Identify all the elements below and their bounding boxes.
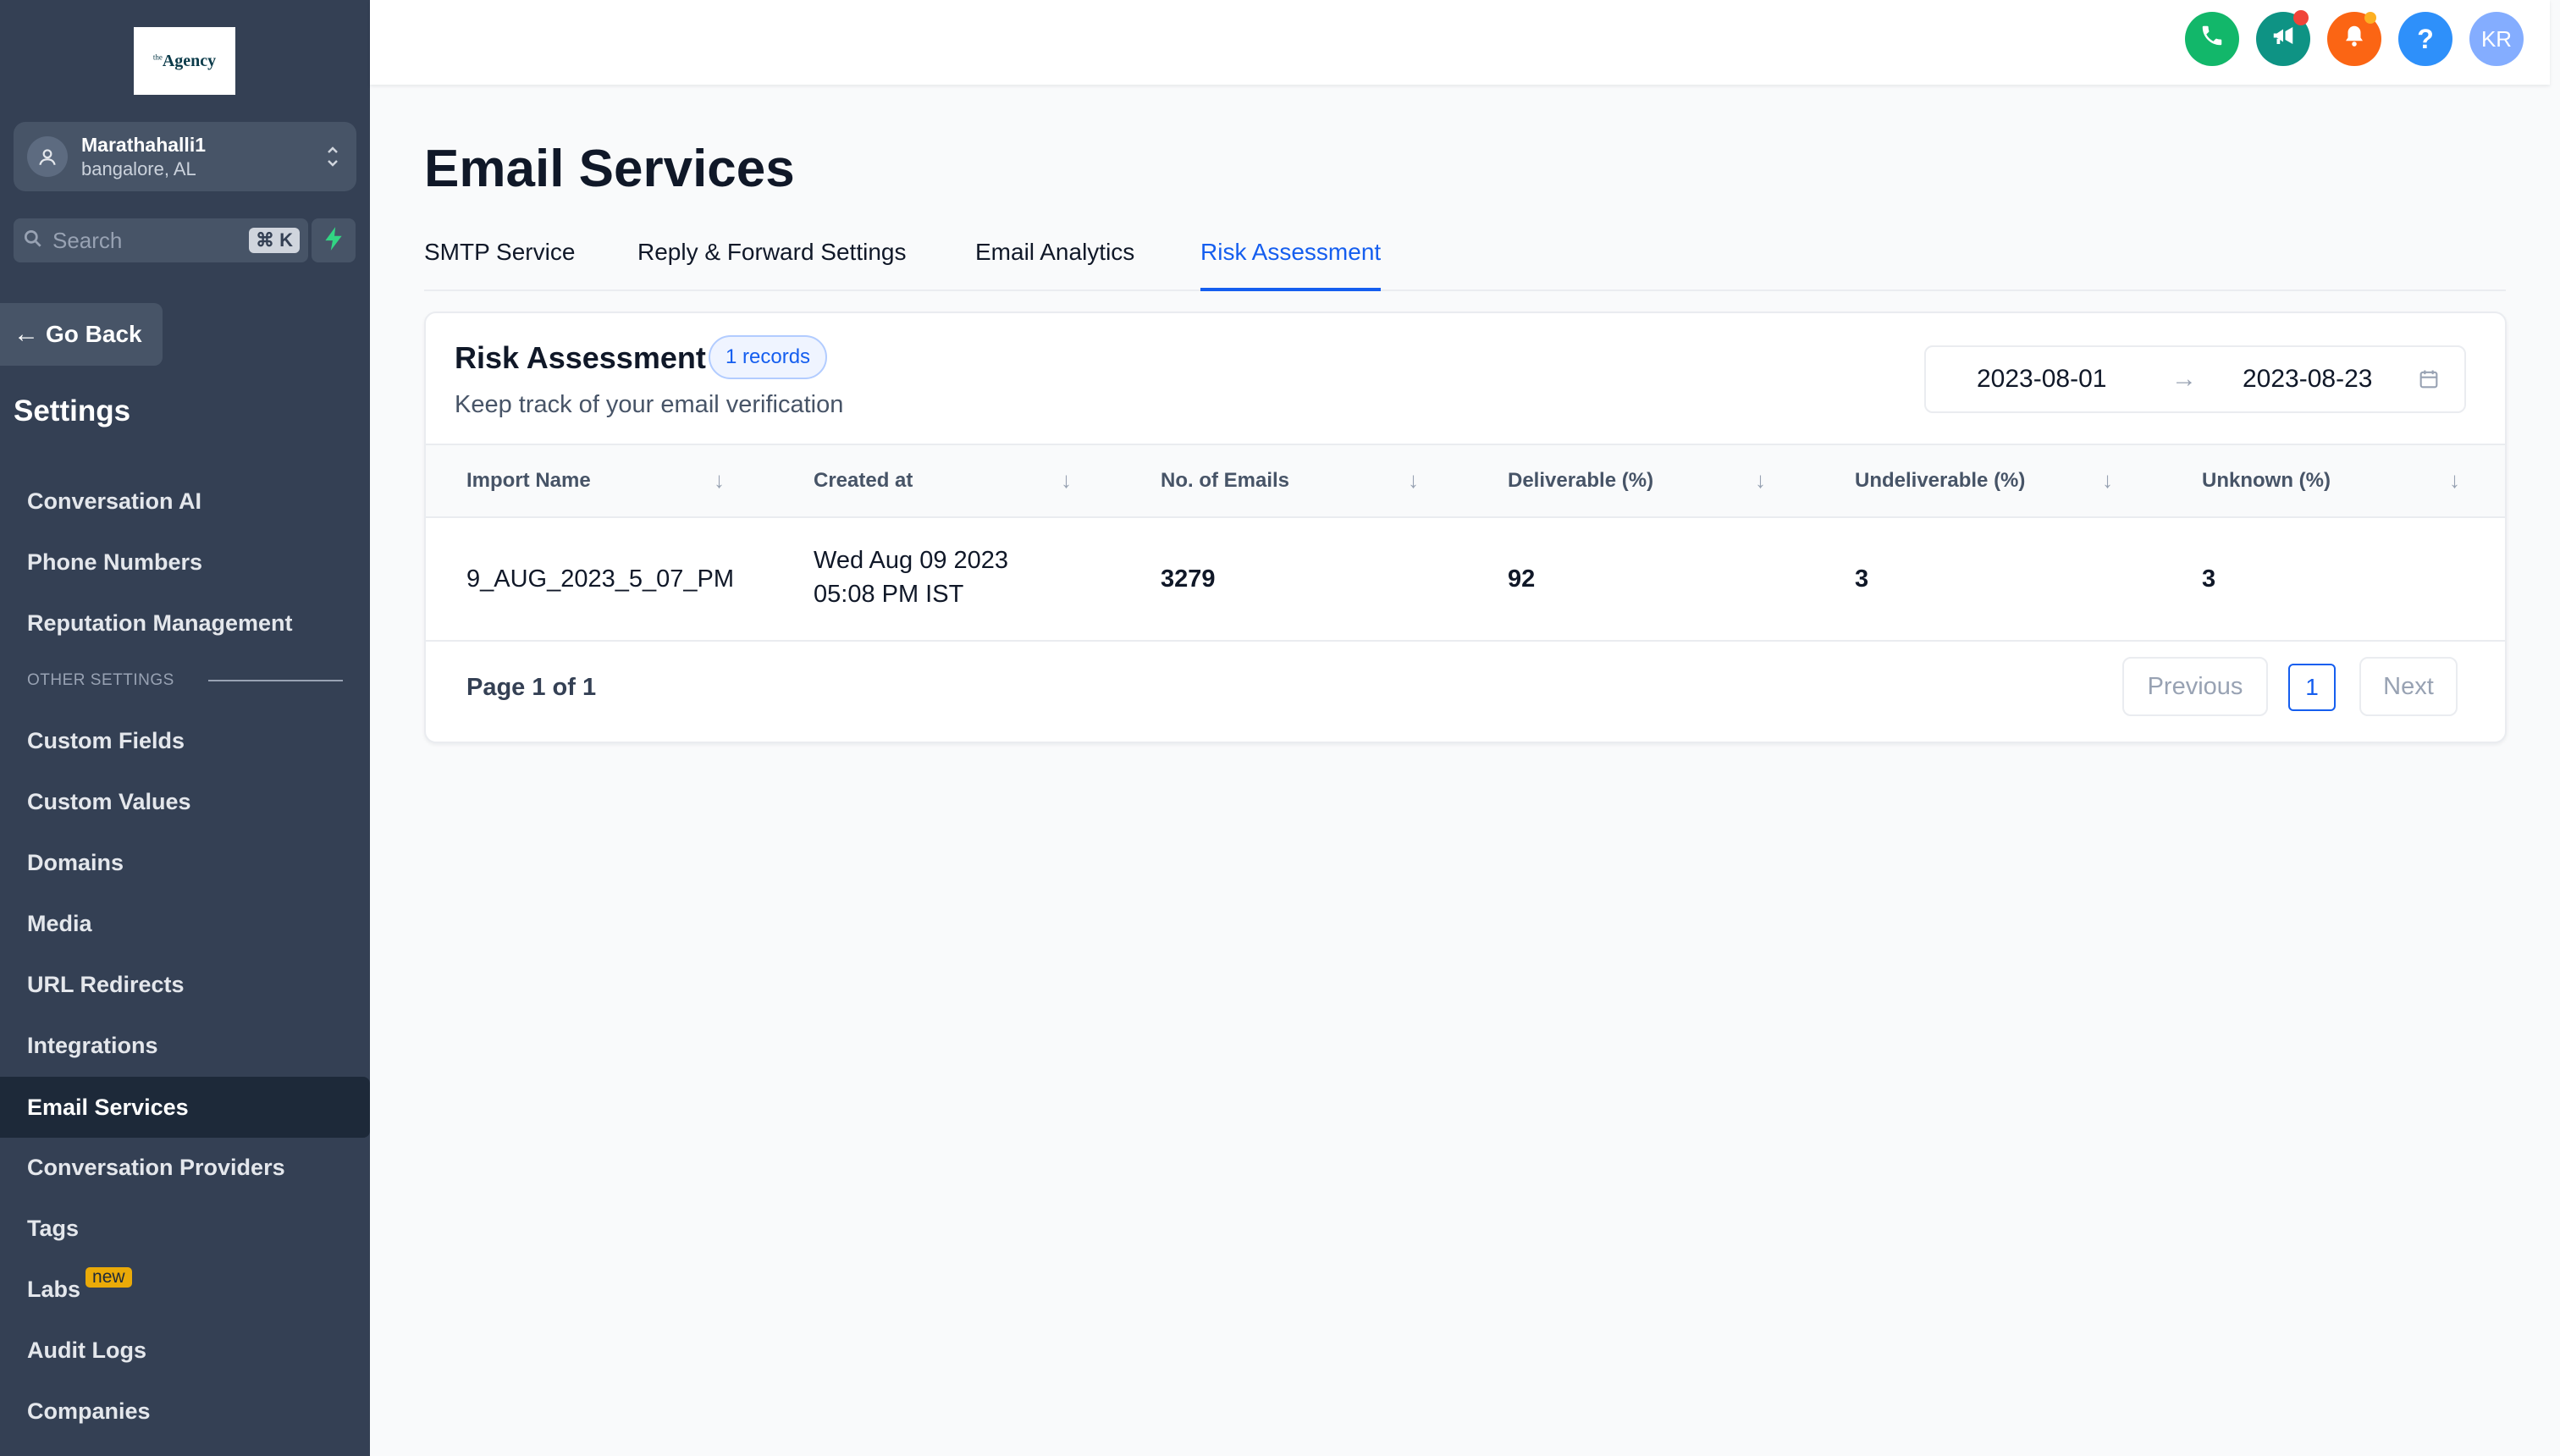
megaphone-icon — [2270, 23, 2297, 55]
pagination-info: Page 1 of 1 — [466, 674, 597, 701]
sort-arrow-icon[interactable]: ↓ — [714, 467, 725, 494]
chevron-up-down-icon — [323, 140, 343, 174]
notification-dot — [2364, 12, 2376, 24]
sidebar-item-conversation-ai[interactable]: Conversation AI — [0, 471, 370, 532]
go-back-button[interactable]: ← Go Back — [0, 303, 163, 366]
labs-label: Labs — [27, 1276, 81, 1302]
sidebar-item-companies[interactable]: Companies — [0, 1381, 370, 1442]
agency-logo[interactable]: theAgency — [134, 27, 235, 95]
risk-assessment-card: Risk Assessment 1 records Keep track of … — [424, 312, 2507, 743]
phone-button[interactable] — [2185, 12, 2239, 66]
page-title: Email Services — [424, 140, 795, 198]
page-number-button[interactable]: 1 — [2288, 664, 2336, 711]
help-button[interactable]: ? — [2398, 12, 2452, 66]
sidebar: theAgency Marathahalli1 bangalore, AL Se… — [0, 0, 370, 1456]
sidebar-item-url-redirects[interactable]: URL Redirects — [0, 954, 370, 1015]
table-row[interactable]: 9_AUG_2023_5_07_PM Wed Aug 09 2023 05:08… — [426, 518, 2505, 642]
sidebar-item-custom-values[interactable]: Custom Values — [0, 771, 370, 832]
other-settings-label: OTHER SETTINGS — [27, 671, 174, 689]
sidebar-item-integrations[interactable]: Integrations — [0, 1015, 370, 1076]
sidebar-item-domains[interactable]: Domains — [0, 832, 370, 893]
sidebar-item-labs[interactable]: Labs new — [0, 1259, 370, 1320]
sidebar-item-conversation-providers[interactable]: Conversation Providers — [0, 1137, 370, 1198]
user-avatar[interactable]: KR — [2469, 12, 2524, 66]
announcements-button[interactable] — [2256, 10, 2310, 66]
cell-no-of-emails: 3279 — [1161, 565, 1216, 593]
tab-email-analytics[interactable]: Email Analytics — [975, 239, 1134, 291]
sidebar-item-phone-numbers[interactable]: Phone Numbers — [0, 532, 370, 593]
card-title: Risk Assessment — [455, 340, 706, 375]
cell-undeliverable: 3 — [1855, 565, 1869, 593]
bell-icon — [2342, 22, 2367, 56]
sort-arrow-icon[interactable]: ↓ — [1061, 467, 1072, 494]
arrow-left-icon: ← — [14, 320, 39, 348]
date-to[interactable]: 2023-08-23 — [2243, 365, 2372, 394]
go-back-label: Go Back — [46, 321, 142, 347]
phone-icon — [2199, 23, 2225, 55]
column-header-deliverable[interactable]: Deliverable (%) — [1508, 469, 1653, 493]
search-placeholder: Search — [52, 227, 123, 253]
sidebar-item-tags[interactable]: Tags — [0, 1198, 370, 1259]
column-header-unknown[interactable]: Unknown (%) — [2202, 469, 2331, 493]
cell-import-name: 9_AUG_2023_5_07_PM — [466, 565, 735, 593]
help-icon: ? — [2417, 23, 2434, 54]
logo-text: theAgency — [152, 51, 217, 70]
cell-created-time: 05:08 PM IST — [814, 581, 964, 608]
sort-arrow-icon[interactable]: ↓ — [2449, 467, 2460, 494]
calendar-icon — [2417, 367, 2441, 395]
sidebar-item-email-services[interactable]: Email Services — [0, 1077, 370, 1138]
avatar-initials: KR — [2480, 25, 2513, 52]
cell-created-date: Wed Aug 09 2023 — [814, 547, 1009, 574]
location-icon — [27, 136, 68, 177]
quick-actions-button[interactable] — [312, 218, 356, 262]
location-switcher[interactable]: Marathahalli1 bangalore, AL — [14, 122, 356, 191]
column-header-import-name[interactable]: Import Name — [466, 469, 591, 493]
records-count-badge: 1 records — [709, 335, 828, 379]
sidebar-item-media[interactable]: Media — [0, 893, 370, 954]
sort-arrow-icon[interactable]: ↓ — [2102, 467, 2113, 494]
column-header-undeliverable[interactable]: Undeliverable (%) — [1855, 469, 2025, 493]
date-from[interactable]: 2023-08-01 — [1977, 365, 2106, 394]
search-input[interactable]: Search ⌘ K — [14, 218, 308, 262]
date-range-picker[interactable]: 2023-08-01 → 2023-08-23 — [1924, 345, 2466, 413]
sort-arrow-icon[interactable]: ↓ — [1408, 467, 1419, 494]
sidebar-item-audit-logs[interactable]: Audit Logs — [0, 1320, 370, 1381]
sidebar-item-reputation-management[interactable]: Reputation Management — [0, 593, 370, 654]
tab-smtp-service[interactable]: SMTP Service — [424, 239, 575, 291]
cell-unknown: 3 — [2202, 565, 2216, 593]
cell-deliverable: 92 — [1508, 565, 1536, 593]
sort-arrow-icon[interactable]: ↓ — [1755, 467, 1766, 494]
settings-title: Settings — [14, 394, 131, 427]
new-badge: new — [86, 1267, 132, 1288]
lightning-icon — [323, 226, 345, 256]
notifications-button[interactable] — [2327, 12, 2381, 66]
arrow-right-icon: → — [2171, 365, 2197, 393]
sidebar-item-custom-fields[interactable]: Custom Fields — [0, 710, 370, 771]
previous-page-button[interactable]: Previous — [2122, 657, 2268, 716]
search-shortcut: ⌘ K — [249, 228, 300, 253]
search-icon — [22, 228, 44, 254]
tab-reply-forward-settings[interactable]: Reply & Forward Settings — [637, 239, 906, 291]
next-page-button[interactable]: Next — [2359, 657, 2458, 716]
tab-bar: SMTP Service Reply & Forward Settings Em… — [424, 222, 2506, 291]
column-header-no-of-emails[interactable]: No. of Emails — [1161, 469, 1289, 493]
notification-dot — [2293, 10, 2309, 25]
location-address: bangalore, AL — [81, 158, 196, 179]
top-header: ? KR — [370, 0, 2550, 85]
tab-risk-assessment[interactable]: Risk Assessment — [1200, 239, 1382, 291]
location-name: Marathahalli1 — [81, 134, 206, 156]
divider-line — [207, 680, 343, 681]
other-settings-divider: OTHER SETTINGS — [27, 671, 343, 690]
column-header-created-at[interactable]: Created at — [814, 469, 913, 493]
table-header: Import Name ↓ Created at ↓ No. of Emails… — [426, 444, 2505, 518]
card-subtitle: Keep track of your email verification — [455, 391, 844, 418]
